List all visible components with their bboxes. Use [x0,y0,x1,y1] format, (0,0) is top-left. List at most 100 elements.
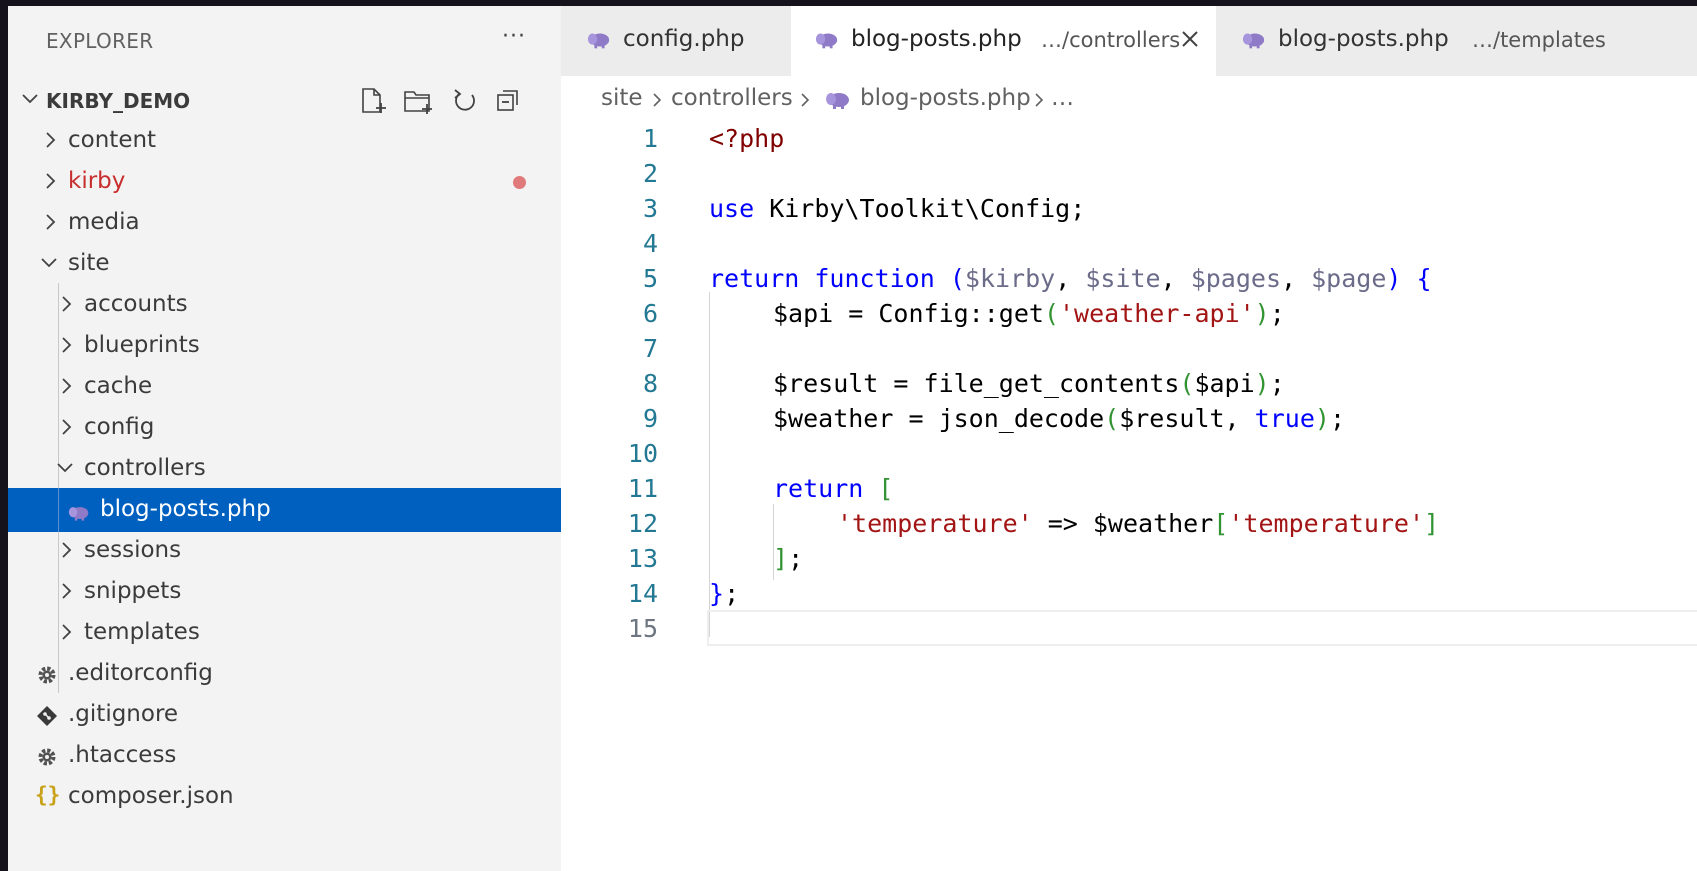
chevron-right-icon [801,93,810,107]
current-line-highlight [707,610,1697,646]
line-number: 3 [642,194,658,223]
line-number: 10 [627,439,658,468]
tree-item-label: .htaccess [68,742,177,768]
tab-label: blog-posts.php [1278,26,1449,52]
code-text: $weather = json_decode($result, true); [773,404,1346,433]
tree-item-accounts[interactable]: accounts [8,283,561,327]
tree-item-cache[interactable]: cache [8,365,561,409]
line-number: 11 [627,474,658,503]
line-number: 9 [642,404,658,433]
new-folder-icon[interactable] [402,85,432,117]
breadcrumb-file[interactable]: blog-posts.php [860,85,1031,111]
tree-item-kirby[interactable]: kirby [8,160,561,204]
chevron-down-icon [57,463,73,473]
gear-icon [38,748,56,766]
tree-item-site[interactable]: site [8,242,561,286]
code-text: 'temperature' => $weather['temperature'] [837,509,1440,538]
collapse-all-icon[interactable] [494,85,524,117]
php-elephant-icon [815,33,838,49]
code-line-1: 1 <?php [561,120,1697,158]
breadcrumb-controllers[interactable]: controllers [671,85,793,111]
code-editor[interactable]: 1 <?php 2 3 use Kirby\Toolkit\Config; 4 … [561,120,1697,871]
tree-item-blog-posts-php[interactable]: blog-posts.php [8,488,561,532]
tree-item-label: accounts [84,291,188,317]
tree-item-sessions[interactable]: sessions [8,529,561,573]
breadcrumb-symbol[interactable]: … [1051,85,1074,111]
code-text: $api = Config::get('weather-api'); [773,299,1285,328]
php-elephant-icon [1242,33,1265,49]
chevron-right-icon [1035,93,1044,107]
tab-label: config.php [623,26,745,52]
close-icon[interactable] [1179,28,1201,50]
project-header[interactable]: KIRBY_DEMO [8,79,561,121]
new-file-icon[interactable] [358,85,388,117]
line-number: 12 [627,509,658,538]
refresh-icon[interactable] [450,85,480,117]
tree-item-label: cache [84,373,153,399]
tree-item-label: kirby [68,168,126,194]
chevron-right-icon [46,173,56,189]
modified-indicator [513,176,526,189]
tree-item-label: sessions [84,537,182,563]
tree-item-gitignore[interactable]: .gitignore [8,693,561,737]
code-line-2: 2 [561,155,1697,193]
tree-item-editorconfig[interactable]: .editorconfig [8,652,561,696]
line-number: 5 [642,264,658,293]
php-elephant-icon [68,507,89,521]
chevron-right-icon [62,542,72,558]
tree-item-composer-json[interactable]: {} composer.json [8,775,561,819]
tree-item-controllers[interactable]: controllers [8,447,561,491]
indent-guide [58,488,59,532]
code-line-14: 14 }; [561,575,1697,613]
explorer-title: EXPLORER [46,29,154,53]
chevron-right-icon [62,337,72,353]
tab-blog-posts-controllers[interactable]: blog-posts.php …/controllers [791,6,1217,76]
breadcrumb: site controllers blog-posts.php … [561,76,1697,120]
tab-blog-posts-templates[interactable]: blog-posts.php …/templates [1216,6,1697,76]
line-number: 14 [627,579,658,608]
line-number: 13 [627,544,658,573]
line-number: 15 [627,614,658,643]
code-line-7: 7 [561,330,1697,368]
code-text: return [ [773,474,894,503]
code-text: ]; [773,544,804,573]
git-icon [37,706,57,726]
chevron-right-icon [62,419,72,435]
more-actions-button[interactable]: ··· [502,24,526,49]
project-name: KIRBY_DEMO [46,89,191,113]
tree-item-blueprints[interactable]: blueprints [8,324,561,368]
tab-config-php[interactable]: config.php [561,6,792,76]
tab-description: …/templates [1472,28,1606,52]
breadcrumb-site[interactable]: site [601,85,643,111]
tree-item-label: composer.json [68,783,234,809]
explorer-header: EXPLORER ··· [8,6,561,76]
tree-item-content[interactable]: content [8,119,561,163]
code-line-8: 8 $result = file_get_contents($api); [561,365,1697,403]
chevron-right-icon [62,296,72,312]
code-line-11: 11 return [ [561,470,1697,508]
code-line-4: 4 [561,225,1697,263]
code-line-3: 3 use Kirby\Toolkit\Config; [561,190,1697,228]
code-line-13: 13 ]; [561,540,1697,578]
tree-item-media[interactable]: media [8,201,561,245]
code-line-15: 15 [561,610,1697,648]
code-text: }; [709,579,740,608]
code-text: <?php [709,124,785,153]
code-text: $result = file_get_contents($api); [773,369,1285,398]
line-number: 6 [642,299,658,328]
tree-item-config[interactable]: config [8,406,561,450]
tree-item-label: templates [84,619,200,645]
line-number: 7 [642,334,658,363]
code-line-12: 12 'temperature' => $weather['temperatur… [561,505,1697,543]
tree-item-snippets[interactable]: snippets [8,570,561,614]
line-number: 1 [642,124,658,153]
chevron-right-icon [46,214,56,230]
tree-item-templates[interactable]: templates [8,611,561,655]
tree-item-htaccess[interactable]: .htaccess [8,734,561,778]
line-number: 2 [642,159,658,188]
code-line-9: 9 $weather = json_decode($result, true); [561,400,1697,438]
line-number: 4 [642,229,658,258]
tree-item-label: site [68,250,110,276]
tree-item-label: config [84,414,155,440]
chevron-right-icon [62,378,72,394]
